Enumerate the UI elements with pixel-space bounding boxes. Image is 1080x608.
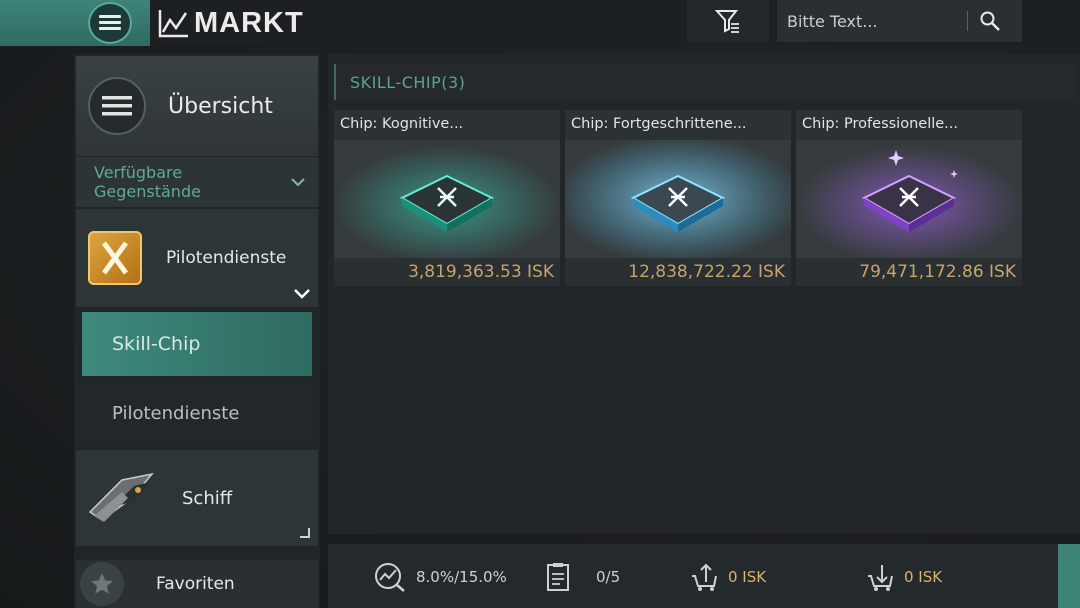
skill-chip-image — [565, 140, 791, 258]
ship-label: Schiff — [182, 487, 233, 509]
pilot-services-icon — [88, 231, 142, 285]
availability-dropdown[interactable]: Verfügbare Gegenstände — [76, 157, 318, 207]
market-chart-icon — [158, 10, 188, 38]
page-title-group: MARKT — [158, 6, 304, 40]
order-slots: 0/5 — [546, 562, 620, 592]
clipboard-icon — [547, 563, 569, 591]
page-title: MARKT — [194, 6, 304, 39]
skill-chip-image — [796, 140, 1022, 258]
list-icon — [88, 77, 146, 135]
item-card-professional-chip[interactable]: Chip: Professionelle... 79,471,172.86 IS… — [796, 110, 1022, 286]
item-name: Chip: Professionelle... — [802, 116, 958, 132]
sidebar-item-pilot-services[interactable]: Pilotendienste — [76, 380, 318, 446]
cart-download-icon — [868, 565, 893, 591]
overview-label: Übersicht — [168, 93, 273, 119]
cart-upload-icon — [692, 563, 717, 591]
skill-chip-image — [334, 140, 560, 258]
favorites-button[interactable]: Favoriten — [76, 560, 318, 608]
star-icon — [80, 562, 124, 606]
sell-orders-value: 0 ISK — [728, 568, 767, 586]
chevron-down-icon — [291, 178, 305, 187]
item-name: Chip: Kognitive... — [340, 116, 464, 132]
item-card-advanced-chip[interactable]: Chip: Fortgeschrittene... 12,838,722.22 … — [565, 110, 791, 286]
item-card-cognitive-chip[interactable]: Chip: Kognitive... 3,819,363.53 ISK — [334, 110, 560, 286]
search-icon[interactable] — [968, 0, 1012, 42]
item-price: 79,471,172.86 ISK — [796, 258, 1022, 286]
main-menu-button[interactable] — [88, 2, 132, 44]
buy-orders-total: 0 ISK — [866, 562, 942, 592]
ship-icon — [88, 472, 154, 522]
category-sidebar: Übersicht Verfügbare Gegenstände Piloten… — [74, 54, 320, 608]
sidebar-item-skill-chip[interactable]: Skill-Chip — [82, 312, 312, 376]
search-box — [777, 0, 1022, 42]
chevron-down-icon — [294, 289, 310, 299]
tax-rate-value: 8.0%/15.0% — [416, 568, 507, 586]
item-price: 12,838,722.22 ISK — [565, 258, 791, 286]
availability-label: Verfügbare Gegenstände — [94, 163, 201, 201]
category-pilot-services[interactable]: Pilotendienste — [76, 209, 318, 307]
search-input[interactable] — [777, 11, 967, 31]
top-bar: MARKT — [0, 0, 1080, 46]
sell-orders-total: 0 ISK — [690, 562, 766, 592]
category-ship[interactable]: Schiff — [76, 450, 318, 546]
filter-icon — [714, 10, 739, 33]
order-slots-value: 0/5 — [596, 568, 621, 586]
footer-accent-tab[interactable] — [1058, 544, 1080, 608]
menu-icon — [99, 15, 121, 31]
tax-chart-icon — [375, 563, 405, 592]
market-listing-panel: SKILL-CHIP(3) Chip: Kognitive... 3,819,3… — [328, 54, 1080, 534]
section-title: SKILL-CHIP(3) — [334, 64, 1076, 100]
tax-rate: 8.0%/15.0% — [374, 562, 507, 592]
status-footer: 8.0%/15.0% 0/5 0 ISK 0 ISK — [328, 544, 1080, 608]
corner-marker-icon — [300, 528, 310, 538]
overview-button[interactable]: Übersicht — [76, 56, 318, 156]
filter-button[interactable] — [687, 0, 769, 42]
item-name: Chip: Fortgeschrittene... — [571, 116, 747, 132]
item-price: 3,819,363.53 ISK — [334, 258, 560, 286]
category-label: Pilotendienste — [166, 248, 287, 268]
buy-orders-value: 0 ISK — [904, 568, 943, 586]
favorites-label: Favoriten — [156, 574, 235, 594]
